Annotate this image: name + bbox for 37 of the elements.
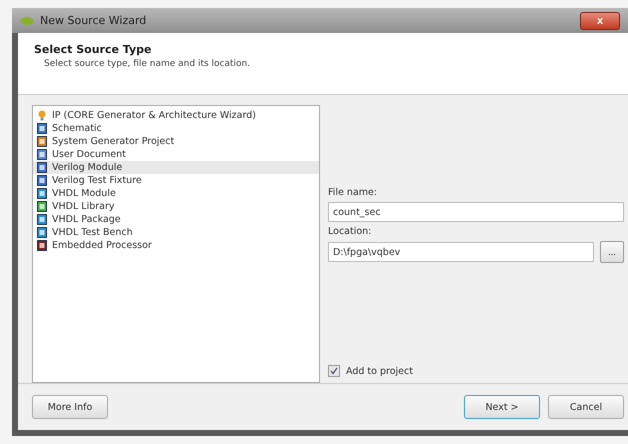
more-info-button[interactable]: More Info [32, 395, 108, 419]
list-item[interactable]: System Generator Project [33, 135, 319, 148]
next-button[interactable]: Next > [464, 395, 540, 419]
bulb-icon [37, 110, 47, 121]
cancel-button[interactable]: Cancel [548, 395, 624, 419]
leaf-icon [20, 16, 34, 26]
header-title: Select Source Type [34, 43, 152, 56]
list-item[interactable]: VHDL Library [33, 200, 319, 213]
file-icon [37, 149, 47, 160]
window-title: New Source Wizard [40, 14, 148, 27]
list-item[interactable]: IP (CORE Generator & Architecture Wizard) [33, 109, 319, 122]
list-item[interactable]: Verilog Module [33, 161, 319, 174]
file-icon [37, 123, 47, 134]
checkbox-label: Add to project [346, 366, 413, 376]
field-label: Location: [328, 226, 372, 237]
browse-button[interactable]: ... [600, 241, 624, 263]
file-name-field[interactable]: count_sec [328, 202, 624, 222]
checkbox[interactable] [328, 365, 340, 377]
file-icon [37, 136, 47, 147]
list-item[interactable]: Schematic [33, 122, 319, 135]
file-icon [37, 175, 47, 186]
field-label: File name: [328, 187, 378, 198]
list-item[interactable]: VHDL Package [33, 213, 319, 226]
header-subtitle: Select source type, file name and its location. [44, 59, 252, 69]
file-icon [37, 214, 47, 225]
location-field[interactable]: D:\fpga\vqbev [328, 242, 594, 262]
list-item[interactable]: User Document [33, 148, 319, 161]
file-icon [37, 240, 47, 251]
list-item[interactable]: Embedded Processor [33, 239, 319, 252]
list-item[interactable]: VHDL Test Bench [33, 226, 319, 239]
file-icon [37, 201, 47, 212]
file-icon [37, 188, 47, 199]
file-icon [37, 227, 47, 238]
close-button[interactable]: x [580, 12, 620, 30]
list-item[interactable]: Verilog Test Fixture [33, 174, 319, 187]
list-item[interactable]: VHDL Module [33, 187, 319, 200]
file-icon [37, 162, 47, 173]
